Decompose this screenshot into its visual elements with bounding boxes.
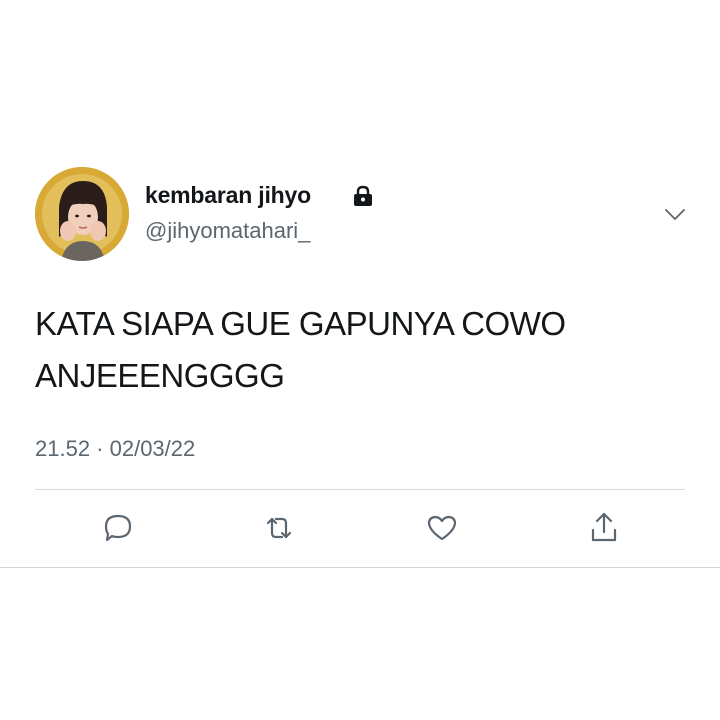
timestamp[interactable]: 21.52 · 02/03/22 bbox=[35, 436, 195, 462]
avatar-image bbox=[35, 167, 129, 261]
tweet-text-line: KATA SIAPA GUE GAPUNYA COWO bbox=[35, 305, 566, 342]
comment-bubble-icon bbox=[104, 514, 132, 542]
chevron-down-icon[interactable] bbox=[664, 206, 686, 227]
share-button[interactable] bbox=[584, 508, 624, 548]
divider bbox=[35, 489, 685, 490]
username-handle[interactable]: @jihyomatahari_ bbox=[145, 218, 310, 244]
tweet-text: KATA SIAPA GUE GAPUNYA COWO ANJEEENGGGG bbox=[35, 298, 685, 402]
like-button[interactable] bbox=[422, 508, 462, 548]
lock-icon bbox=[352, 185, 374, 212]
bottom-divider bbox=[0, 567, 720, 568]
display-name[interactable]: kembaran jihyo bbox=[145, 182, 311, 209]
heart-icon bbox=[427, 515, 457, 541]
tweet-card: kembaran jihyo @jihyomatahari_ KATA SIAP… bbox=[0, 0, 720, 720]
avatar[interactable] bbox=[35, 167, 129, 261]
share-icon bbox=[591, 512, 617, 542]
reply-button[interactable] bbox=[98, 508, 138, 548]
retweet-button[interactable] bbox=[259, 508, 299, 548]
tweet-text-line: ANJEEENGGGG bbox=[35, 357, 285, 394]
retweet-icon bbox=[266, 517, 292, 539]
